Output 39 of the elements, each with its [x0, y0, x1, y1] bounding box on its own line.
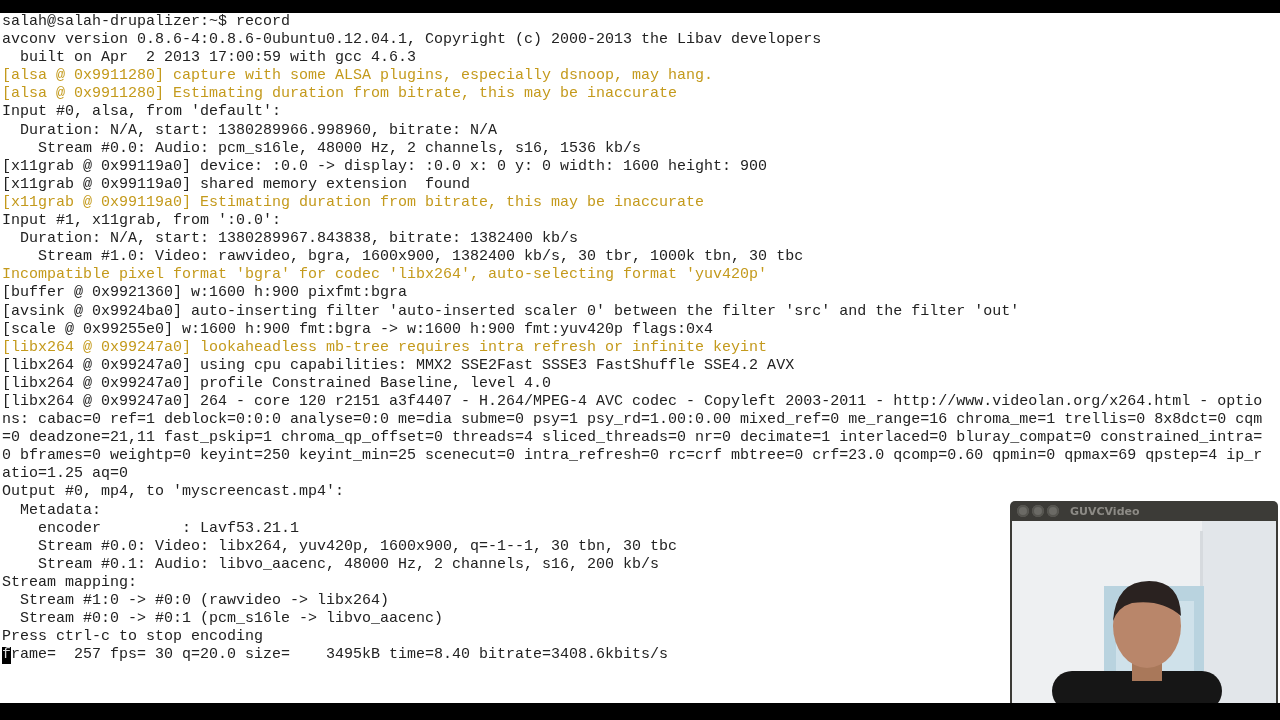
maximize-button[interactable] [1047, 505, 1059, 517]
terminal-line: Stream #1:0 -> #0:0 (rawvideo -> libx264) [19, 592, 390, 611]
terminal-line: salah@salah-drupalizer:~$ record [2, 13, 291, 32]
terminal-line: [libx264 @ 0x99247a0] using cpu capabilities: MMX2 SSE2Fast SSSE3 FastShuffle SSE4.2 AVX [2, 356, 795, 375]
window-title: GUVCVideo [1070, 504, 1140, 518]
terminal-line: [alsa @ 0x9911280] capture with some ALSA plugins, especially dsnoop, may hang. [2, 67, 714, 86]
terminal-line: Input #0, alsa, from 'default': [2, 103, 282, 122]
terminal-line: [alsa @ 0x9911280] Estimating duration from bitrate, this may be inaccurate [2, 85, 678, 104]
terminal-line: =0 deadzone=21,11 fast_pskip=1 chroma_qp_offset=0 threads=4 sliced_threads=0 nr=0 decimate=1 interlaced=0 bluray_compat=0 constrained_intra= [2, 429, 1263, 448]
terminal-line: encoder : Lavf53.21.1 [37, 519, 300, 538]
terminal-line: atio=1.25 aq=0 [2, 465, 129, 484]
terminal-line: Incompatible pixel format 'bgra' for codec 'libx264', auto-selecting format 'yuv420p' [2, 266, 768, 285]
terminal-line: 0 bframes=0 weightp=0 keyint=250 keyint_min=25 scenecut=0 intra_refresh=0 rc=crf mbtree=0 crf=23.0 qcomp=0.60 qpmin=0 qpmax=69 qpstep=4 ip_r [2, 447, 1263, 466]
terminal-line: Stream #0.1: Audio: libvo_aacenc, 48000 Hz, 2 channels, s16, 200 kb/s [37, 555, 660, 574]
terminal-line: Stream mapping: [2, 573, 138, 592]
terminal-line: Stream #0.0: Audio: pcm_s16le, 48000 Hz, 2 channels, s16, 1536 kb/s [37, 139, 642, 158]
terminal-line: [libx264 @ 0x99247a0] lookaheadless mb-tree requires intra refresh or infinite keyint [2, 338, 768, 357]
terminal-line: [libx264 @ 0x99247a0] 264 - core 120 r2151 a3f4407 - H.264/MPEG-4 AVC codec - Copyleft 2003-2011 - http://www.videolan.org/x264.html - optio [2, 392, 1263, 412]
terminal-line: Duration: N/A, start: 1380289966.998960, bitrate: N/A [19, 121, 498, 140]
terminal-line: Stream #0:0 -> #0:1 (pcm_s16le -> libvo_aacenc) [19, 610, 444, 629]
terminal-line: built on Apr 2 2013 17:00:59 with gcc 4.6.3 [19, 49, 417, 68]
terminal-line: Press ctrl-c to stop encoding [2, 628, 264, 647]
terminal-line: Metadata: [19, 501, 102, 520]
terminal-line: [x11grab @ 0x99119a0] shared memory extension found [2, 175, 471, 194]
terminal-line: [x11grab @ 0x99119a0] device: :0.0 -> display: :0.0 x: 0 y: 0 width: 1600 height: 900 [2, 157, 768, 176]
terminal-line: Stream #1.0: Video: rawvideo, bgra, 1600x900, 1382400 kb/s, 30 tbr, 1000k tbn, 30 tbc [37, 248, 804, 267]
terminal-line: ns: cabac=0 ref=1 deblock=0:0:0 analyse=0:0 me=dia subme=0 psy=1 psy_rd=1.00:0.00 mixed_ref=0 me_range=16 chroma_me=1 trellis=0 8x8dct=0 cqm [2, 411, 1263, 430]
terminal-line: avconv version 0.8.6-4:0.8.6-0ubuntu0.12.04.1, Copyright (c) 2000-2013 the Libav developers [2, 31, 822, 50]
terminal-line: Input #1, x11grab, from ':0.0': [2, 212, 282, 231]
terminal-line: [x11grab @ 0x99119a0] Estimating duration from bitrate, this may be inaccurate [2, 193, 705, 213]
terminal-line: Output #0, mp4, to 'myscreencast.mp4': [2, 483, 345, 502]
terminal-line: [scale @ 0x99255e0] w:1600 h:900 fmt:bgra -> w:1600 h:900 fmt:yuv420p flags:0x4 [2, 320, 714, 339]
terminal-line: Stream #0.0: Video: libx264, yuv420p, 1600x900, q=-1--1, 30 tbn, 30 tbc [37, 537, 678, 556]
terminal-line: Duration: N/A, start: 1380289967.843838, bitrate: 1382400 kb/s [19, 230, 579, 249]
terminal-line: [libx264 @ 0x99247a0] profile Constrained Baseline, level 4.0 [2, 374, 552, 393]
terminal-line: [avsink @ 0x9924ba0] auto-inserting filter 'auto-inserted scaler 0' between the filter 'src' and the filter 'out' [2, 302, 1020, 321]
terminal-line: [buffer @ 0x9921360] w:1600 h:900 pixfmt:bgra [2, 284, 408, 303]
close-button[interactable] [1017, 505, 1029, 517]
minimize-button[interactable] [1032, 505, 1044, 517]
